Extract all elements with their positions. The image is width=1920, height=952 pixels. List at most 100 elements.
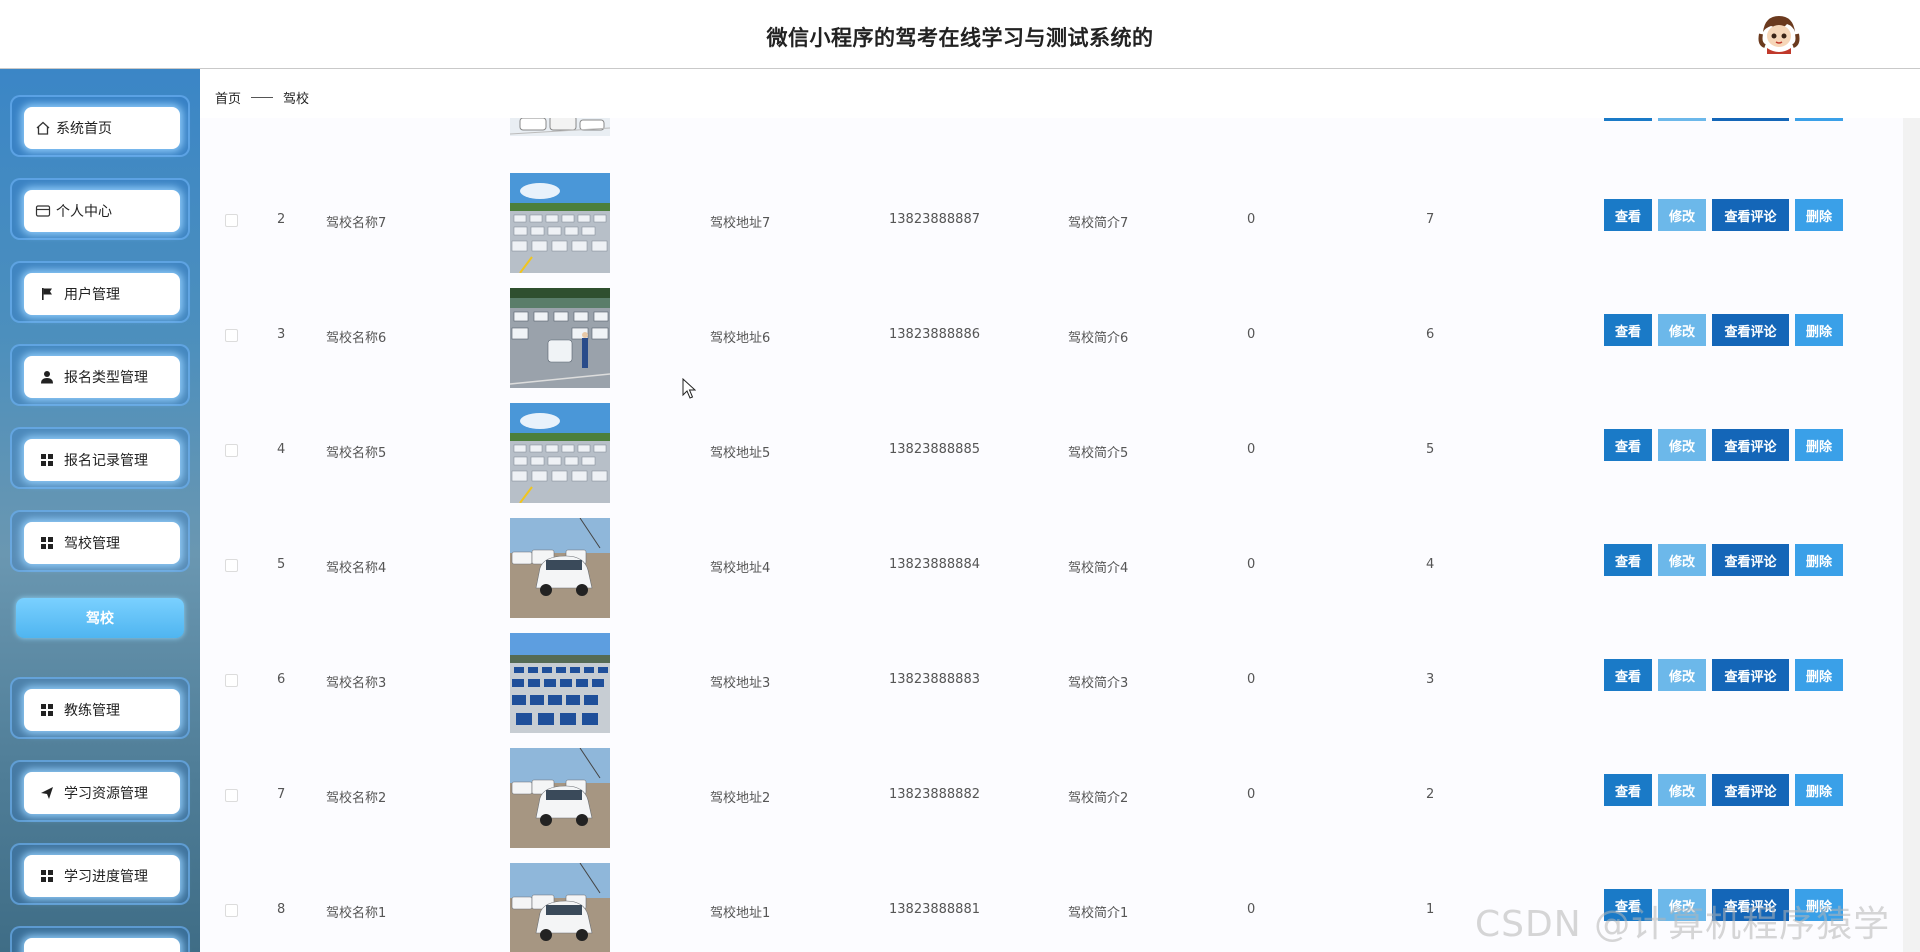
delete-button[interactable]: 删除 (1795, 774, 1843, 806)
table-row: 4 驾校名称5 驾校地址5 13823888885 驾校简介5 0 5 查看 修… (200, 395, 1900, 510)
row-checkbox[interactable] (225, 559, 238, 572)
row-checkbox[interactable] (225, 444, 238, 457)
school-table: 2 驾校名称7 驾校地址7 13823888887 驾校简介7 0 7 查看 修… (200, 118, 1920, 952)
sidebar-item-more[interactable] (24, 938, 180, 952)
view-button[interactable]: 查看 (1604, 774, 1652, 806)
view-button[interactable]: 查看 (1604, 199, 1652, 231)
row-actions: 查看 修改 查看评论 删除 (1604, 429, 1843, 461)
delete-button[interactable]: 删除 (1795, 429, 1843, 461)
sidebar-card-users: 用户管理 (10, 261, 190, 323)
row-index: 2 (277, 212, 286, 227)
table-row: 5 驾校名称4 驾校地址4 13823888884 驾校简介4 0 4 查看 修… (200, 510, 1900, 625)
edit-button[interactable]: 修改 (1658, 314, 1706, 346)
row-index: 5 (277, 557, 286, 572)
mouse-cursor-icon (682, 378, 696, 399)
sidebar-card-signup-records: 报名记录管理 (10, 427, 190, 489)
grid-icon (38, 451, 56, 469)
sidebar-item-profile[interactable]: 个人中心 (24, 190, 180, 232)
delete-button[interactable]: 删除 (1795, 314, 1843, 346)
edit-button[interactable]: 修改 (1658, 199, 1706, 231)
school-name: 驾校名称5 (326, 446, 387, 461)
grid-icon (38, 867, 56, 885)
avatar[interactable] (1757, 12, 1801, 56)
row-checkbox[interactable] (225, 904, 238, 917)
sidebar-item-resources[interactable]: 学习资源管理 (24, 772, 180, 814)
row-actions: 查看 修改 查看评论 删除 (1604, 774, 1843, 806)
sidebar-item-label: 报名类型管理 (64, 370, 148, 386)
view-comments-button[interactable]: 查看评论 (1712, 199, 1789, 231)
row-value-b: 1 (1426, 902, 1435, 917)
sidebar-item-label: 驾校管理 (64, 536, 120, 552)
table-row: 7 驾校名称2 驾校地址2 13823888882 驾校简介2 0 2 查看 修… (200, 740, 1900, 855)
edit-button[interactable]: 修改 (1658, 544, 1706, 576)
sidebar-item-label: 教练管理 (64, 703, 120, 719)
delete-button[interactable]: 删除 (1795, 659, 1843, 691)
school-address: 驾校地址7 (710, 216, 771, 231)
page-title: 微信小程序的驾考在线学习与测试系统的 (766, 26, 1154, 50)
school-address: 驾校地址5 (710, 446, 771, 461)
edit-button[interactable]: 修改 (1658, 774, 1706, 806)
school-intro: 驾校简介1 (1068, 906, 1129, 921)
sidebar-item-schools[interactable]: 驾校管理 (24, 522, 180, 564)
school-intro: 驾校简介6 (1068, 331, 1129, 346)
sidebar-item-progress[interactable]: 学习进度管理 (24, 855, 180, 897)
sidebar-subitem-schools[interactable]: 驾校 (16, 598, 184, 638)
row-checkbox[interactable] (225, 329, 238, 342)
row-image-partial (510, 118, 610, 136)
view-button[interactable]: 查看 (1604, 429, 1652, 461)
sidebar-item-coaches[interactable]: 教练管理 (24, 689, 180, 731)
sidebar-item-users[interactable]: 用户管理 (24, 273, 180, 315)
delete-button[interactable]: 删除 (1795, 199, 1843, 231)
breadcrumb-home[interactable]: 首页 (215, 88, 241, 107)
row-value-a: 0 (1247, 557, 1256, 572)
table-row: 3 驾校名称6 驾校地址6 13823888886 驾校简介6 0 6 查看 修… (200, 280, 1900, 395)
flag-icon (38, 285, 56, 303)
view-button[interactable]: 查看 (1604, 544, 1652, 576)
card-icon (34, 202, 52, 220)
delete-button[interactable]: 删除 (1795, 544, 1843, 576)
view-comments-button[interactable]: 查看评论 (1712, 314, 1789, 346)
blue-cars-photo (510, 633, 610, 733)
edit-button[interactable]: 修改 (1658, 429, 1706, 461)
row-checkbox[interactable] (225, 789, 238, 802)
sidebar-item-label: 系统首页 (56, 121, 112, 137)
row-actions: 查看 修改 查看评论 删除 (1604, 199, 1843, 231)
view-button[interactable]: 查看 (1604, 314, 1652, 346)
sidebar-card-home: 系统首页 (10, 95, 190, 157)
row-value-a: 0 (1247, 902, 1256, 917)
sidebar-item-home[interactable]: 系统首页 (24, 107, 180, 149)
school-name: 驾校名称1 (326, 906, 387, 921)
sidebar-card-coaches: 教练管理 (10, 677, 190, 739)
row-value-b: 4 (1426, 557, 1435, 572)
row-checkbox[interactable] (225, 214, 238, 227)
view-button[interactable]: 查看 (1604, 659, 1652, 691)
breadcrumb-current: 驾校 (283, 91, 310, 107)
row-index: 7 (277, 787, 286, 802)
sidebar: 系统首页 个人中心 用户管理 报名类型管理 报名记录管理 驾校管理 驾校 教练管… (0, 69, 200, 952)
parking-lot-photo (510, 173, 610, 273)
white-car-photo (510, 748, 610, 848)
row-value-b: 5 (1426, 442, 1435, 457)
school-phone: 13823888887 (889, 212, 980, 227)
home-icon (34, 119, 52, 137)
school-intro: 驾校简介4 (1068, 561, 1129, 576)
row-checkbox[interactable] (225, 674, 238, 687)
sidebar-card-progress: 学习进度管理 (10, 843, 190, 905)
edit-button[interactable]: 修改 (1658, 659, 1706, 691)
sidebar-item-signup-types[interactable]: 报名类型管理 (24, 356, 180, 398)
sidebar-card-profile: 个人中心 (10, 178, 190, 240)
grid-icon (38, 701, 56, 719)
school-name: 驾校名称2 (326, 791, 387, 806)
sidebar-item-signup-records[interactable]: 报名记录管理 (24, 439, 180, 481)
view-comments-button[interactable]: 查看评论 (1712, 544, 1789, 576)
view-comments-button[interactable]: 查看评论 (1712, 774, 1789, 806)
scrollbar[interactable] (1903, 118, 1920, 952)
view-comments-button[interactable]: 查看评论 (1712, 429, 1789, 461)
view-comments-button[interactable]: 查看评论 (1712, 659, 1789, 691)
row-actions: 查看 修改 查看评论 删除 (1604, 544, 1843, 576)
school-phone: 13823888881 (889, 902, 980, 917)
table-row: 2 驾校名称7 驾校地址7 13823888887 驾校简介7 0 7 查看 修… (200, 165, 1900, 280)
sidebar-item-label: 报名记录管理 (64, 453, 148, 469)
row-value-b: 2 (1426, 787, 1435, 802)
school-phone: 13823888883 (889, 672, 980, 687)
